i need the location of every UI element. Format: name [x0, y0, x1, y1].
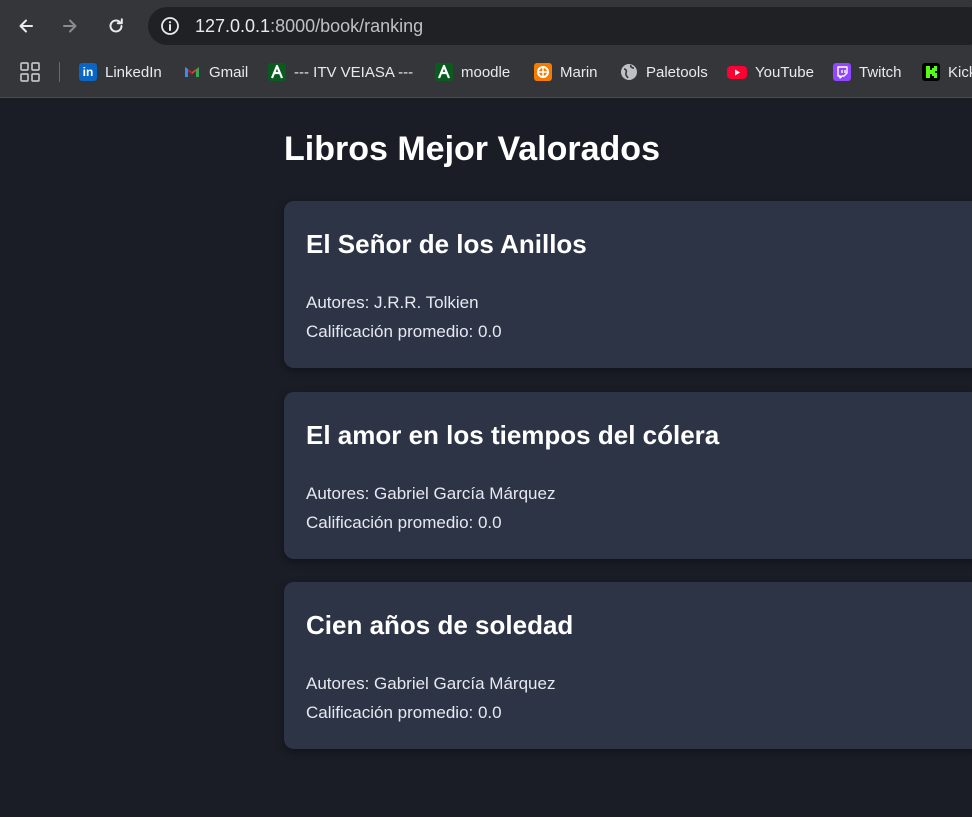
- bookmark-moodle[interactable]: moodle: [435, 60, 510, 84]
- bookmark-label: moodle: [461, 63, 511, 81]
- arrow-left-icon: [19, 19, 33, 33]
- browser-toolbar: 127.0.0.1:8000/book/ranking: [0, 0, 972, 52]
- forward-button[interactable]: [54, 10, 86, 42]
- kick-icon: [922, 63, 940, 81]
- url-path: :8000/book/ranking: [270, 16, 424, 36]
- bookmark-kick[interactable]: Kick: [922, 60, 972, 84]
- bookmark-twitch[interactable]: Twitch: [833, 60, 902, 84]
- book-title: El Señor de los Anillos: [306, 229, 587, 259]
- book-card: El amor en los tiempos del cólera Autore…: [284, 392, 972, 559]
- youtube-icon: [727, 66, 747, 79]
- twitch-icon: [833, 63, 851, 81]
- page-title: Libros Mejor Valorados: [284, 130, 660, 168]
- linkedin-icon: in: [79, 63, 97, 81]
- apps-grid-icon[interactable]: [20, 62, 40, 82]
- bookmark-gmail[interactable]: Gmail: [183, 60, 248, 84]
- bookmark-label: Marin: [560, 63, 598, 81]
- book-rating: Calificación promedio: 0.0: [306, 703, 502, 722]
- itv-icon: [268, 63, 286, 81]
- bookmark-linkedin[interactable]: in LinkedIn: [79, 60, 162, 84]
- book-authors: Autores: J.R.R. Tolkien: [306, 293, 479, 312]
- book-authors: Autores: Gabriel García Márquez: [306, 484, 556, 503]
- address-bar[interactable]: 127.0.0.1:8000/book/ranking: [148, 7, 972, 45]
- reload-icon: [109, 18, 123, 33]
- bookmark-youtube[interactable]: YouTube: [727, 60, 814, 84]
- bookmark-paletools[interactable]: Paletools: [620, 60, 708, 84]
- book-rating: Calificación promedio: 0.0: [306, 513, 502, 532]
- bookmark-label: Twitch: [859, 63, 902, 81]
- book-rating: Calificación promedio: 0.0: [306, 322, 502, 341]
- bookmark-label: YouTube: [755, 63, 814, 81]
- url-text[interactable]: 127.0.0.1:8000/book/ranking: [195, 16, 423, 37]
- book-title: El amor en los tiempos del cólera: [306, 420, 720, 450]
- bookmark-label: Paletools: [646, 63, 708, 81]
- gmail-icon: [185, 67, 199, 77]
- url-host: 127.0.0.1: [195, 16, 271, 36]
- marin-icon: [534, 63, 552, 81]
- moodle-icon: [435, 63, 453, 81]
- bookmark-itv-veiasa[interactable]: --- ITV VEIASA ---: [268, 60, 413, 84]
- book-title: Cien años de soledad: [306, 610, 574, 640]
- book-card: El Señor de los Anillos Autores: J.R.R. …: [284, 201, 972, 368]
- info-icon[interactable]: [160, 16, 180, 36]
- bookmark-label: Kick: [948, 63, 972, 81]
- book-card: Cien años de soledad Autores: Gabriel Ga…: [284, 582, 972, 749]
- globe-icon: [621, 64, 637, 80]
- bookmark-label: LinkedIn: [105, 63, 162, 81]
- reload-button[interactable]: [100, 10, 132, 42]
- bookmark-label: Gmail: [209, 63, 249, 81]
- back-button[interactable]: [10, 10, 42, 42]
- book-authors: Autores: Gabriel García Márquez: [306, 674, 556, 693]
- bookmark-marin[interactable]: Marin: [534, 60, 598, 84]
- bookmark-label: --- ITV VEIASA ---: [294, 63, 414, 81]
- arrow-right-icon: [63, 19, 77, 33]
- bookmarks-separator: [59, 62, 60, 82]
